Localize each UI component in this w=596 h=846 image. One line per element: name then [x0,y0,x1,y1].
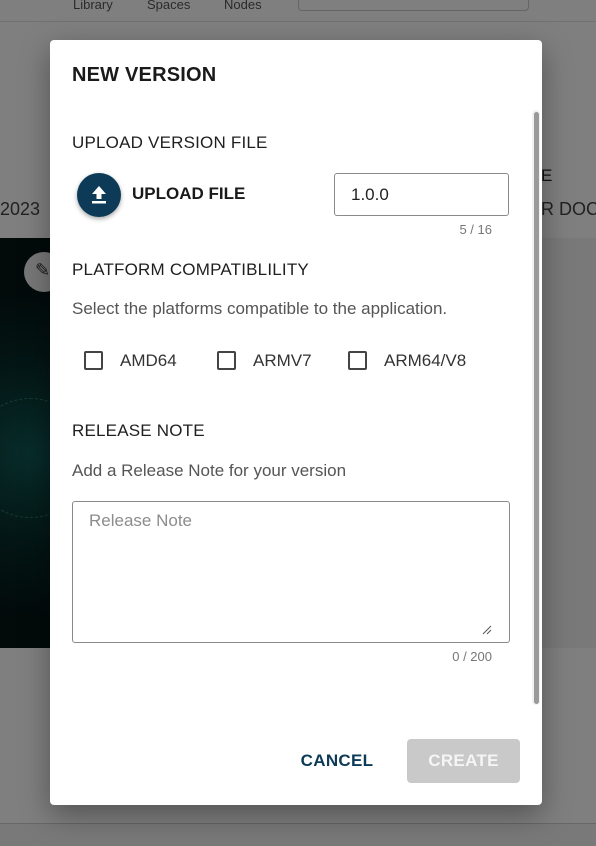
release-note-description: Add a Release Note for your version [72,461,347,480]
checkbox-label-amd64[interactable]: AMD64 [120,351,177,371]
version-char-counter: 5 / 16 [459,222,492,237]
checkbox-arm64v8[interactable] [348,351,367,370]
release-note-char-counter: 0 / 200 [452,649,492,664]
cancel-button[interactable]: CANCEL [290,741,384,781]
upload-section-label: UPLOAD VERSION FILE [72,133,268,152]
release-note-section-label: RELEASE NOTE [72,421,205,440]
new-version-dialog: NEW VERSION UPLOAD VERSION FILE UPLOAD F… [50,40,542,805]
checkbox-label-arm64v8[interactable]: ARM64/V8 [384,351,466,371]
upload-icon [92,186,106,204]
checkbox-label-armv7[interactable]: ARMV7 [253,351,312,371]
upload-file-label[interactable]: UPLOAD FILE [132,184,245,204]
checkbox-armv7[interactable] [217,351,236,370]
release-note-textarea[interactable] [72,501,510,643]
upload-file-button[interactable] [77,173,121,217]
resize-handle-icon[interactable] [482,625,492,635]
version-input[interactable] [334,173,509,216]
platform-section-description: Select the platforms compatible to the a… [72,299,448,318]
checkbox-amd64[interactable] [84,351,103,370]
create-button[interactable]: CREATE [407,739,520,783]
scrollbar-thumb[interactable] [534,112,539,704]
dialog-title: NEW VERSION [72,64,217,86]
platform-section-label: PLATFORM COMPATIBLILITY [72,260,309,279]
